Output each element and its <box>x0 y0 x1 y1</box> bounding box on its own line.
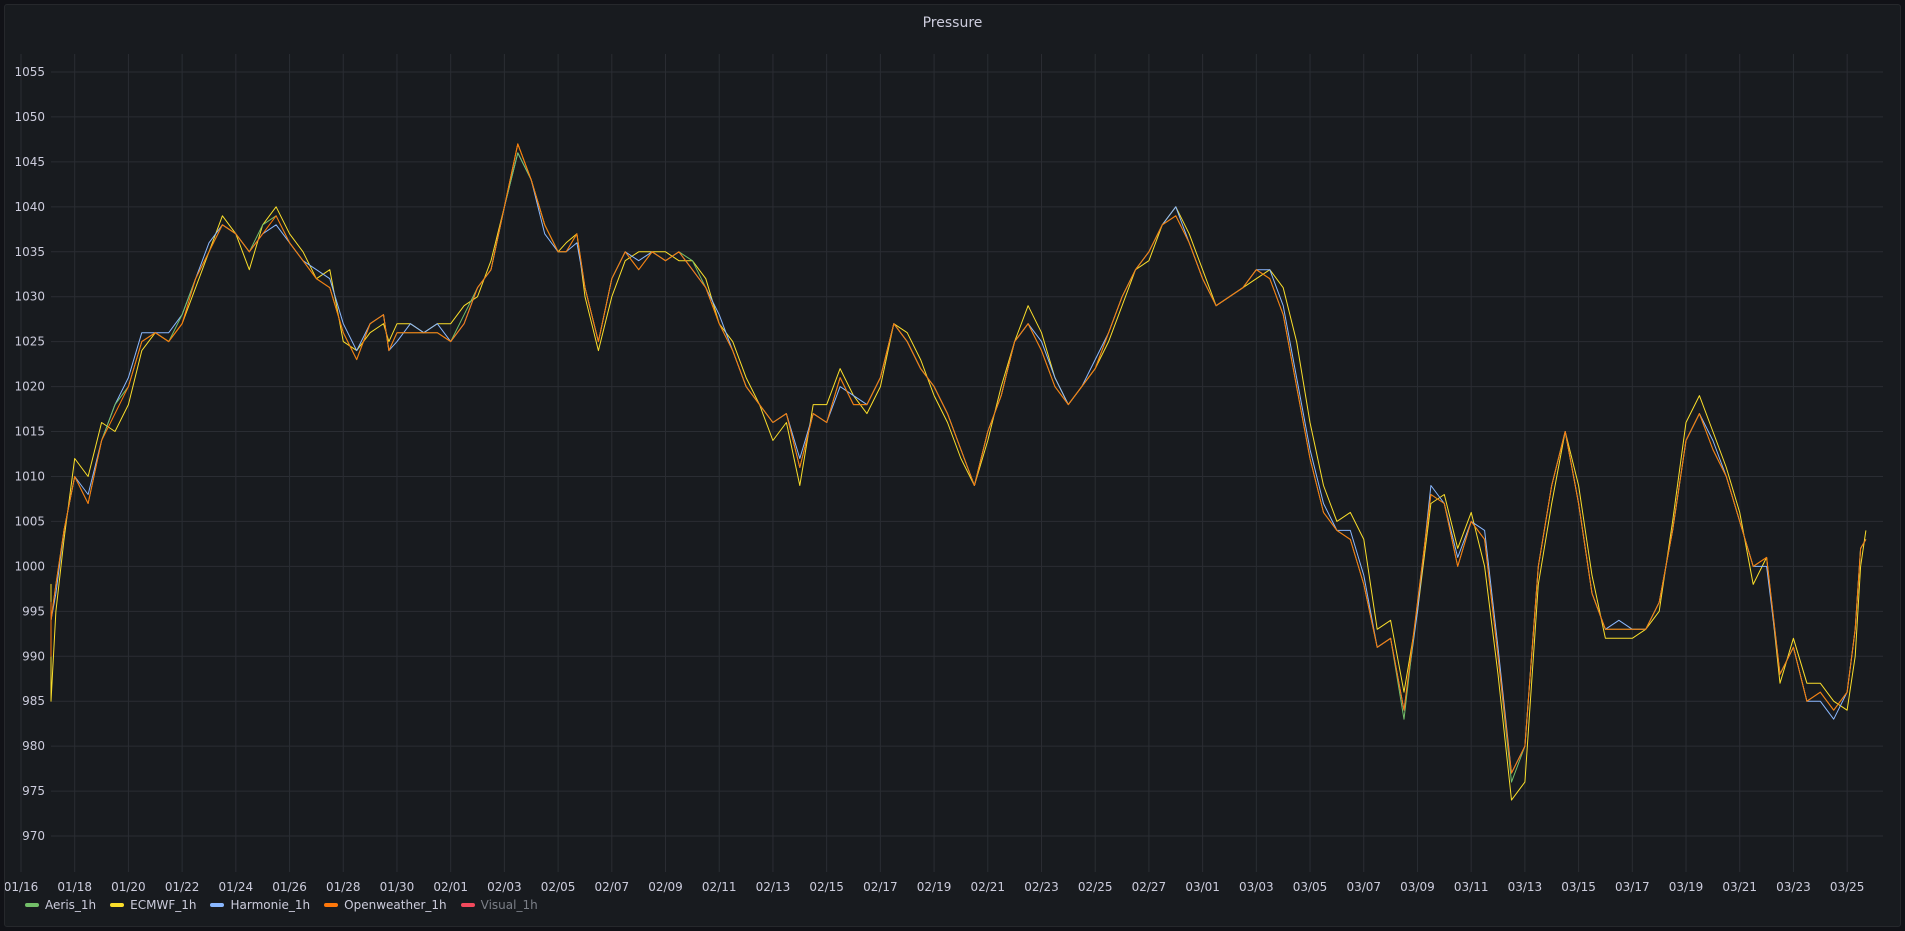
legend-item-visual-1h[interactable]: Visual_1h <box>460 898 538 912</box>
legend-swatch <box>210 903 225 907</box>
x-tick-label: 01/24 <box>219 880 254 894</box>
legend-label: Openweather_1h <box>344 898 447 912</box>
x-tick-label: 03/17 <box>1615 880 1650 894</box>
legend-item-harmonie-1h[interactable]: Harmonie_1h <box>210 898 310 912</box>
x-tick-label: 03/19 <box>1669 880 1704 894</box>
y-tick-label: 1020 <box>14 380 45 394</box>
x-tick-label: 03/13 <box>1508 880 1543 894</box>
x-tick-label: 01/30 <box>380 880 415 894</box>
legend: Aeris_1h ECMWF_1h Harmonie_1h Openweather_1… <box>25 898 538 912</box>
x-tick-label: 01/28 <box>326 880 361 894</box>
x-tick-label: 02/23 <box>1024 880 1059 894</box>
legend-item-ecmwf-1h[interactable]: ECMWF_1h <box>110 898 196 912</box>
y-tick-label: 1055 <box>14 65 45 79</box>
x-tick-label: 03/25 <box>1830 880 1865 894</box>
y-tick-label: 1025 <box>14 335 45 349</box>
x-tick-label: 02/25 <box>1078 880 1113 894</box>
x-tick-label: 03/21 <box>1722 880 1757 894</box>
legend-label: ECMWF_1h <box>130 898 197 912</box>
x-tick-label: 02/05 <box>541 880 576 894</box>
x-tick-label: 03/05 <box>1293 880 1328 894</box>
pressure-line-chart[interactable]: 1055 1050 1045 1040 1035 1030 1025 1020 1015 1010… <box>5 5 1902 928</box>
legend-swatch <box>110 903 125 907</box>
x-tick-label: 01/16 <box>5 880 38 894</box>
legend-swatch <box>324 903 339 907</box>
series-line-aeris-1h[interactable] <box>50 152 1867 783</box>
y-tick-label: 1000 <box>14 559 45 573</box>
x-axis: 01/16 01/18 01/20 01/22 01/24 01/26 01/28 01/30… <box>5 880 1864 894</box>
y-tick-label: 1045 <box>14 155 45 169</box>
legend-swatch <box>25 903 39 907</box>
x-tick-label: 02/21 <box>970 880 1005 894</box>
series-line-openweather-1h[interactable] <box>50 143 1867 774</box>
y-tick-label: 1050 <box>14 110 45 124</box>
x-tick-label: 02/01 <box>433 880 468 894</box>
x-tick-label: 02/11 <box>702 880 737 894</box>
y-tick-label: 1030 <box>14 290 45 304</box>
y-tick-label: 995 <box>22 604 45 618</box>
legend-item-openweather-1h[interactable]: Openweather_1h <box>324 898 447 912</box>
x-tick-label: 03/09 <box>1400 880 1435 894</box>
x-tick-label: 02/03 <box>487 880 522 894</box>
series-line-harmonie-1h[interactable] <box>50 152 1867 774</box>
x-tick-label: 03/15 <box>1561 880 1596 894</box>
x-tick-label: 01/18 <box>57 880 92 894</box>
x-tick-label: 02/17 <box>863 880 898 894</box>
chart-panel: Pressure 1055 1050 1045 1040 1035 1030 1025 102… <box>4 4 1901 927</box>
x-tick-label: 03/01 <box>1185 880 1220 894</box>
legend-label: Harmonie_1h <box>230 898 311 912</box>
y-tick-label: 1005 <box>14 514 45 528</box>
y-tick-label: 1035 <box>14 245 45 259</box>
y-tick-label: 985 <box>22 694 45 708</box>
y-tick-label: 975 <box>22 784 45 798</box>
x-tick-label: 01/26 <box>272 880 307 894</box>
x-tick-label: 03/03 <box>1239 880 1274 894</box>
legend-label: Visual_1h <box>480 898 538 912</box>
x-tick-label: 01/20 <box>111 880 146 894</box>
x-tick-label: 03/11 <box>1454 880 1489 894</box>
x-tick-label: 01/22 <box>165 880 200 894</box>
x-tick-label: 02/19 <box>917 880 952 894</box>
x-tick-label: 02/09 <box>648 880 683 894</box>
x-tick-label: 03/23 <box>1776 880 1811 894</box>
y-tick-label: 1040 <box>14 200 45 214</box>
legend-item-aeris-1h[interactable]: Aeris_1h <box>25 898 96 912</box>
legend-label: Aeris_1h <box>45 898 97 912</box>
x-tick-label: 02/15 <box>809 880 844 894</box>
x-tick-label: 02/07 <box>595 880 630 894</box>
y-tick-label: 1010 <box>14 469 45 483</box>
y-tick-label: 1015 <box>14 425 45 439</box>
x-tick-label: 02/27 <box>1132 880 1167 894</box>
legend-swatch <box>460 903 475 907</box>
x-tick-label: 02/13 <box>756 880 791 894</box>
y-tick-label: 990 <box>22 649 45 663</box>
grid-lines <box>20 54 1883 872</box>
y-tick-label: 980 <box>22 739 45 753</box>
x-tick-label: 03/07 <box>1346 880 1381 894</box>
y-tick-label: 970 <box>22 829 45 843</box>
y-axis: 1055 1050 1045 1040 1035 1030 1025 1020 1015 1010… <box>14 65 45 843</box>
